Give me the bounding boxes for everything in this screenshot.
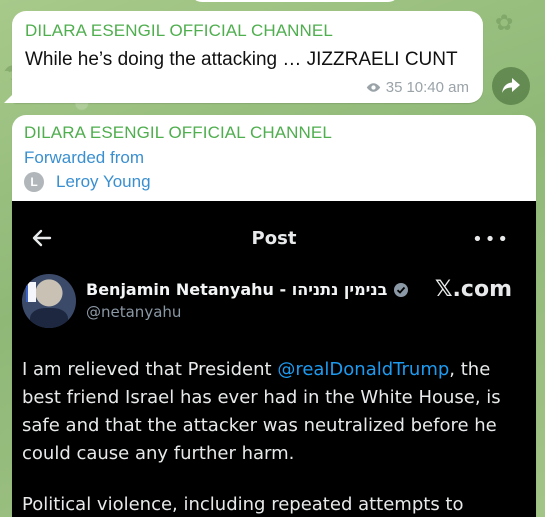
flag-shape <box>26 282 36 302</box>
previous-message-stub <box>190 0 400 2</box>
forwarded-source[interactable]: L Leroy Young <box>24 172 151 192</box>
message-time: 10:40 am <box>406 79 469 96</box>
more-horizontal-icon: ••• <box>472 229 510 250</box>
author-name-row: Benjamin Netanyahu - בנימין נתניהו <box>86 280 409 299</box>
author-name: Benjamin Netanyahu - בנימין נתניהו <box>86 280 388 299</box>
message-text: While he’s doing the attacking … JIZZRAE… <box>25 49 458 70</box>
wallpaper-doodle: ✿ <box>495 10 514 35</box>
bubble-tail <box>4 89 18 103</box>
channel-name[interactable]: DILARA ESENGIL OFFICIAL CHANNEL <box>25 21 333 41</box>
forwarded-label: Forwarded from <box>24 148 144 167</box>
author-handle: @netanyahu <box>86 303 182 321</box>
share-button[interactable] <box>492 67 530 105</box>
message-meta: 35 10:40 am <box>365 79 469 96</box>
post-body-paragraph-2: Political violence, including repeated a… <box>22 494 464 515</box>
post-header-title: Post <box>251 228 297 249</box>
message-bubble[interactable]: DILARA ESENGIL OFFICIAL CHANNEL While he… <box>4 11 483 103</box>
channel-name[interactable]: DILARA ESENGIL OFFICIAL CHANNEL <box>24 123 332 143</box>
embedded-post-screenshot[interactable]: Post ••• Benjamin Netanyahu - בנימין נתנ… <box>12 201 536 517</box>
post-text-start: I am relieved that President <box>22 359 278 380</box>
author-avatar <box>22 274 76 328</box>
forwarded-avatar[interactable]: L <box>24 172 44 192</box>
forwarded-name[interactable]: Leroy Young <box>56 172 151 192</box>
view-count: 35 <box>385 79 403 96</box>
avatar-figure <box>30 308 68 328</box>
verified-badge-icon <box>394 282 409 297</box>
message-bubble-forwarded[interactable]: DILARA ESENGIL OFFICIAL CHANNEL Forwarde… <box>12 115 536 517</box>
post-body-paragraph: I am relieved that President @realDonald… <box>22 356 512 468</box>
source-watermark: 𝕏.com <box>434 277 512 302</box>
mention-link: @realDonaldTrump <box>277 359 450 380</box>
share-arrow-icon <box>502 78 520 93</box>
eye-icon <box>366 83 380 92</box>
